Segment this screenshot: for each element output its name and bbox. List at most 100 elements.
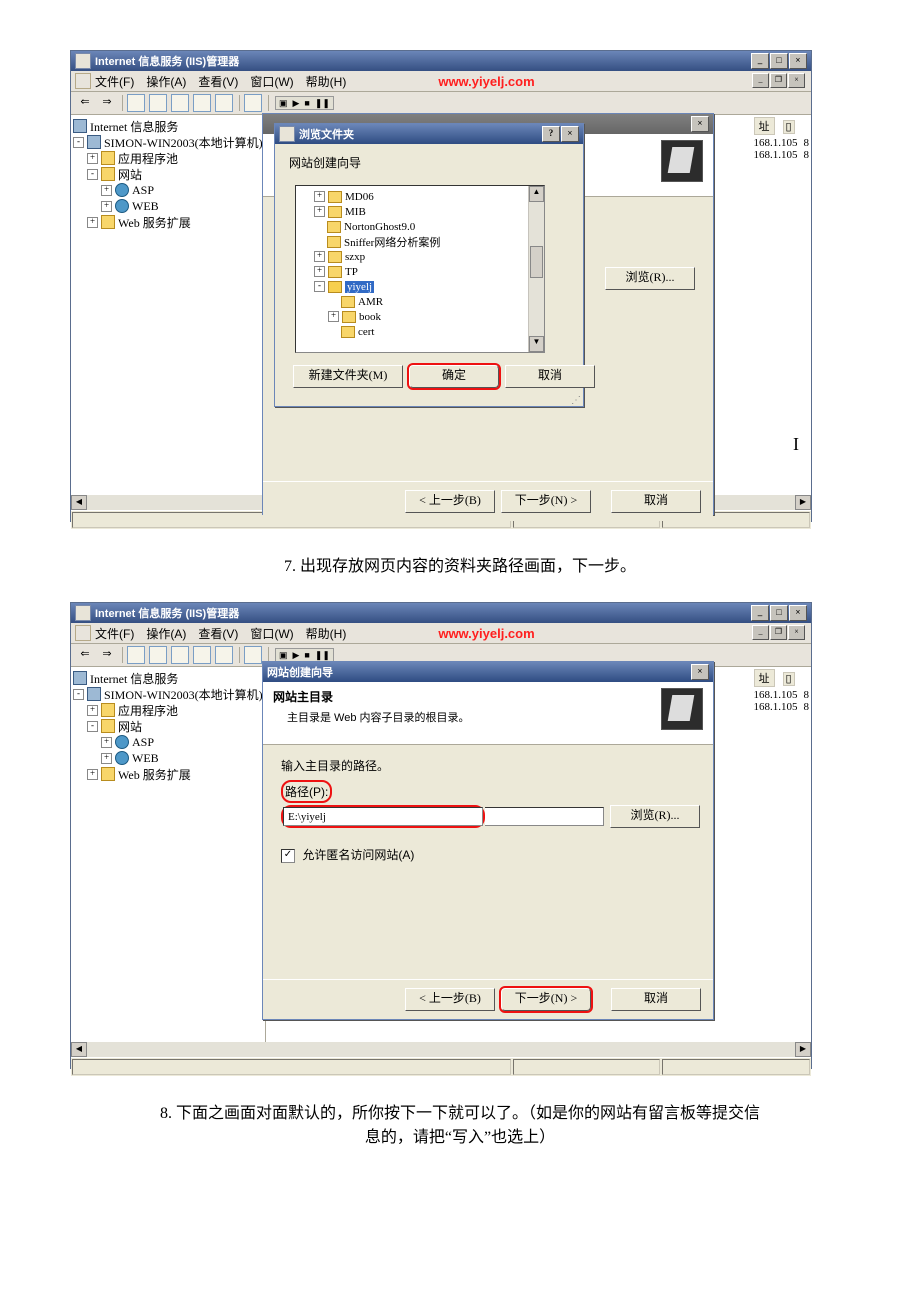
maximize-button[interactable]: □ [770, 53, 788, 69]
menu-action[interactable]: 操作(A) [146, 73, 186, 90]
minimize-button[interactable]: _ [751, 53, 769, 69]
tree-sites[interactable]: 网站 [118, 166, 142, 183]
folder-norton[interactable]: NortonGhost9.0 [344, 221, 415, 233]
back-button[interactable]: ⇐ [75, 93, 95, 113]
mdi-close-button[interactable]: × [788, 625, 805, 640]
scroll-thumb[interactable] [530, 246, 543, 278]
expand-icon[interactable]: + [101, 201, 112, 212]
expand-icon[interactable]: + [314, 251, 325, 262]
browse-button[interactable]: 浏览(R)... [605, 267, 695, 290]
expand-icon[interactable]: + [314, 206, 325, 217]
tree-pane[interactable]: Internet 信息服务 - SIMON-WIN2003(本地计算机) + 应用程… [71, 115, 266, 495]
tb-icon-5[interactable] [214, 93, 234, 113]
tree-web[interactable]: WEB [132, 751, 159, 766]
expand-icon[interactable]: + [87, 769, 98, 780]
play-stop-controls[interactable]: ▣ ▶ ■ ❚❚ [275, 96, 334, 110]
back-button[interactable]: < 上一步(B) [405, 490, 495, 513]
next-button[interactable]: 下一步(N) > [501, 490, 591, 513]
menu-action[interactable]: 操作(A) [146, 625, 186, 642]
close-button[interactable]: × [789, 605, 807, 621]
tb-icon-5[interactable] [214, 645, 234, 665]
expand-icon[interactable]: - [73, 689, 84, 700]
cancel-button[interactable]: 取消 [611, 490, 701, 513]
anonymous-checkbox[interactable] [281, 849, 295, 863]
folder-amr[interactable]: AMR [358, 296, 383, 308]
folder-md06[interactable]: MD06 [345, 191, 374, 203]
menu-file[interactable]: 文件(F) [95, 73, 134, 90]
cancel-button[interactable]: 取消 [611, 988, 701, 1011]
tree-web[interactable]: WEB [132, 199, 159, 214]
close-button[interactable]: × [691, 664, 709, 680]
horizontal-scrollbar[interactable]: ◀ ▶ [71, 1042, 811, 1057]
up-icon[interactable] [126, 93, 146, 113]
folder-mib[interactable]: MIB [345, 206, 366, 218]
folder-sniffer[interactable]: Sniffer网络分析案例 [344, 234, 440, 250]
back-button[interactable]: < 上一步(B) [405, 988, 495, 1011]
close-button[interactable]: × [789, 53, 807, 69]
vertical-scrollbar[interactable]: ▲ ▼ [528, 186, 544, 352]
column-header[interactable]: 址 [754, 117, 775, 135]
next-button[interactable]: 下一步(N) > [501, 988, 591, 1011]
tree-ext[interactable]: Web 服务扩展 [118, 766, 191, 783]
menu-help[interactable]: 帮助(H) [306, 73, 347, 90]
expand-icon[interactable]: + [87, 705, 98, 716]
refresh-icon[interactable] [192, 645, 212, 665]
path-input[interactable] [283, 807, 483, 826]
minimize-button[interactable]: _ [751, 605, 769, 621]
play-stop-controls[interactable]: ▣ ▶ ■ ❚❚ [275, 648, 334, 662]
path-input-ext[interactable] [485, 807, 604, 826]
tb-icon-3[interactable] [170, 645, 190, 665]
tb-icon-3[interactable] [170, 93, 190, 113]
column-header[interactable]: 址 [754, 669, 775, 687]
up-icon[interactable] [126, 645, 146, 665]
expand-icon[interactable]: - [87, 721, 98, 732]
tree-ext[interactable]: Web 服务扩展 [118, 214, 191, 231]
collapse-icon[interactable]: - [314, 281, 325, 292]
tree-pane[interactable]: Internet 信息服务 -SIMON-WIN2003(本地计算机) +应用程… [71, 667, 266, 1042]
ok-button[interactable]: 确定 [409, 365, 499, 388]
folder-yiyelj-selected[interactable]: yiyelj [345, 281, 374, 293]
folder-tp[interactable]: TP [345, 266, 358, 278]
maximize-button[interactable]: □ [770, 605, 788, 621]
expand-icon[interactable]: + [314, 191, 325, 202]
refresh-icon[interactable] [192, 93, 212, 113]
mdi-close-button[interactable]: × [788, 73, 805, 88]
expand-icon[interactable]: + [87, 153, 98, 164]
forward-button[interactable]: ⇒ [97, 645, 117, 665]
tree-pool[interactable]: 应用程序池 [118, 150, 178, 167]
expand-icon[interactable]: + [101, 753, 112, 764]
expand-icon[interactable]: - [87, 169, 98, 180]
tree-asp[interactable]: ASP [132, 735, 154, 750]
scroll-right-icon[interactable]: ▶ [795, 495, 811, 510]
tree-host[interactable]: SIMON-WIN2003(本地计算机) [104, 686, 263, 703]
folder-cert[interactable]: cert [358, 326, 374, 338]
folder-tree[interactable]: +MD06 +MIB NortonGhost9.0 Sniffer网络分析案例 … [295, 185, 545, 353]
cancel-button[interactable]: 取消 [505, 365, 595, 388]
mdi-restore-button[interactable]: ❐ [770, 73, 787, 88]
scroll-left-icon[interactable]: ◀ [71, 1042, 87, 1057]
help-button[interactable]: ? [542, 126, 560, 142]
mdi-restore-button[interactable]: ❐ [770, 625, 787, 640]
mdi-minimize-button[interactable]: _ [752, 625, 769, 640]
tree-root[interactable]: Internet 信息服务 [90, 118, 178, 135]
tb-icon-2[interactable] [148, 645, 168, 665]
tree-sites[interactable]: 网站 [118, 718, 142, 735]
tree-asp[interactable]: ASP [132, 183, 154, 198]
close-button[interactable]: × [561, 126, 579, 142]
scroll-left-icon[interactable]: ◀ [71, 495, 87, 510]
back-button[interactable]: ⇐ [75, 645, 95, 665]
expand-icon[interactable]: + [328, 311, 339, 322]
menu-view[interactable]: 查看(V) [198, 625, 238, 642]
scroll-down-icon[interactable]: ▼ [529, 336, 544, 352]
mdi-minimize-button[interactable]: _ [752, 73, 769, 88]
wizard-close-button[interactable]: × [691, 116, 709, 132]
expand-icon[interactable]: + [87, 217, 98, 228]
menu-window[interactable]: 窗口(W) [250, 625, 293, 642]
resize-grip-icon[interactable]: ⋰ [571, 395, 581, 406]
tree-host[interactable]: SIMON-WIN2003(本地计算机) [104, 134, 263, 151]
expand-icon[interactable]: - [73, 137, 84, 148]
help-icon[interactable] [243, 645, 263, 665]
tree-root[interactable]: Internet 信息服务 [90, 670, 178, 687]
folder-szxp[interactable]: szxp [345, 251, 365, 263]
new-folder-button[interactable]: 新建文件夹(M) [293, 365, 403, 388]
